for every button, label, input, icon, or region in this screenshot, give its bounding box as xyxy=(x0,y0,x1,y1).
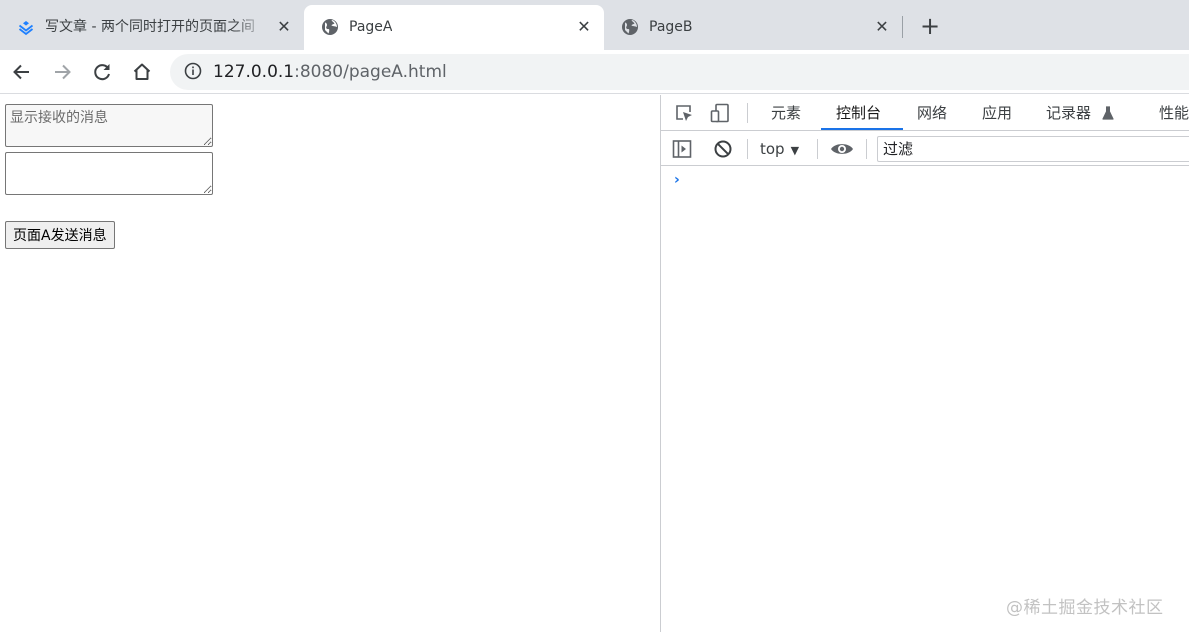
console-toolbar: top ▼ xyxy=(661,132,1189,166)
divider xyxy=(747,139,748,159)
divider xyxy=(747,103,748,123)
devtools-tab-performance[interactable]: 性能 xyxy=(1159,95,1189,131)
page-content: 页面A发送消息 xyxy=(0,95,660,632)
device-icon[interactable] xyxy=(709,102,731,124)
reload-icon[interactable] xyxy=(89,59,115,85)
tab-title: 写文章 - 两个同时打开的页面之间 xyxy=(45,19,255,35)
devtools-tab-recorder[interactable]: 记录器 xyxy=(1046,95,1114,131)
url-host: 127.0.0.1 xyxy=(213,62,295,82)
globe-icon xyxy=(622,19,638,35)
inspect-icon[interactable] xyxy=(673,102,695,124)
devtools-tab-console[interactable]: 控制台 xyxy=(836,95,881,131)
divider xyxy=(866,139,867,159)
tab-pagea[interactable]: PageA ✕ xyxy=(304,5,604,50)
forward-icon[interactable] xyxy=(49,59,75,85)
devtools-tab-network[interactable]: 网络 xyxy=(917,95,947,131)
dropdown-icon: ▼ xyxy=(790,144,800,157)
sidebar-icon[interactable] xyxy=(671,138,693,160)
message-input-textarea[interactable] xyxy=(5,152,213,195)
globe-icon xyxy=(322,19,338,35)
received-message-textarea[interactable] xyxy=(5,104,213,147)
watermark: @稀土掘金技术社区 xyxy=(1006,598,1164,618)
context-value: top xyxy=(760,140,785,158)
devtools-tab-bar: 元素 控制台 网络 应用 记录器 性能 xyxy=(661,95,1189,131)
flask-icon xyxy=(1102,106,1114,120)
tab-pageb[interactable]: PageB ✕ xyxy=(604,5,900,50)
tab-strip: 写文章 - 两个同时打开的页面之间 ✕ PageA ✕ PageB ✕ + xyxy=(0,0,1189,50)
home-icon[interactable] xyxy=(129,59,155,85)
devtools-tab-elements[interactable]: 元素 xyxy=(771,95,801,131)
clear-icon[interactable] xyxy=(712,138,734,160)
console-prompt[interactable]: › xyxy=(674,172,680,188)
close-icon[interactable]: ✕ xyxy=(872,17,892,37)
eye-icon[interactable] xyxy=(829,138,855,160)
devtools-tab-application[interactable]: 应用 xyxy=(982,95,1012,131)
recorder-label: 记录器 xyxy=(1046,104,1092,122)
close-icon[interactable]: ✕ xyxy=(274,17,294,37)
back-icon[interactable] xyxy=(9,59,35,85)
send-message-button[interactable]: 页面A发送消息 xyxy=(5,221,115,249)
juejin-favicon-icon xyxy=(18,21,34,36)
close-icon[interactable]: ✕ xyxy=(574,17,594,37)
tab-title: PageA xyxy=(349,19,393,35)
tab-title: PageB xyxy=(649,19,693,35)
tab-write-article[interactable]: 写文章 - 两个同时打开的页面之间 ✕ xyxy=(0,5,302,50)
info-icon[interactable] xyxy=(184,62,202,80)
url-text: 127.0.0.1:8080/pageA.html xyxy=(213,61,447,83)
active-tab-indicator xyxy=(821,128,903,130)
divider xyxy=(817,139,818,159)
url-path: :8080/pageA.html xyxy=(294,62,447,82)
devtools-panel: 元素 控制台 网络 应用 记录器 性能 top ▼ 过滤 › xyxy=(660,95,1189,632)
tab-separator xyxy=(902,16,903,38)
browser-toolbar: 127.0.0.1:8080/pageA.html xyxy=(0,50,1189,94)
context-selector[interactable]: top ▼ xyxy=(760,138,799,160)
console-filter-input[interactable] xyxy=(877,136,1189,162)
plus-icon[interactable]: + xyxy=(918,14,942,39)
address-bar[interactable]: 127.0.0.1:8080/pageA.html xyxy=(170,54,1189,90)
